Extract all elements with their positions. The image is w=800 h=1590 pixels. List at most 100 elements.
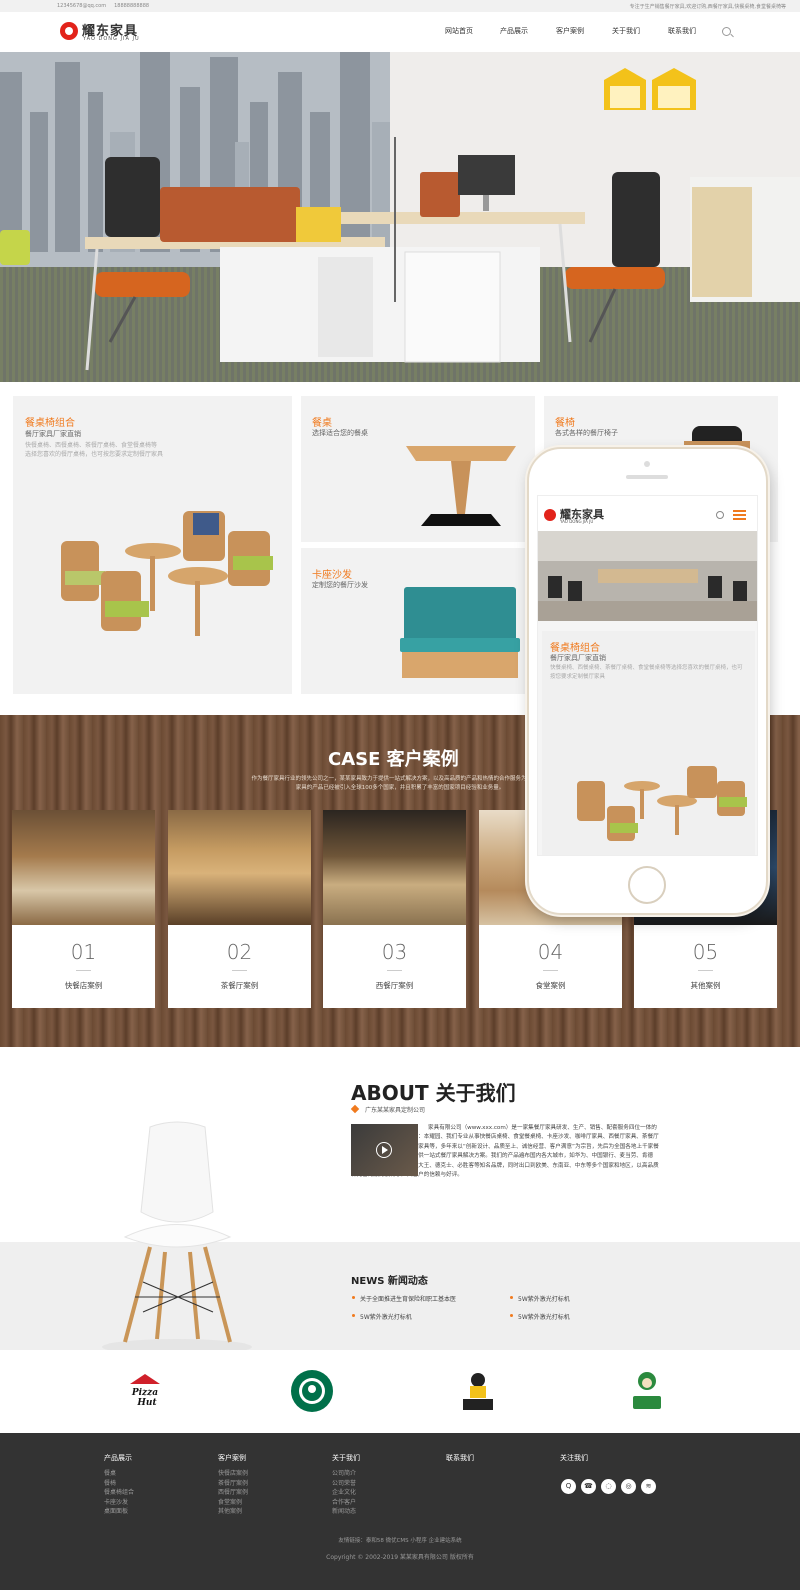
case-title: CASE 客户案例	[328, 749, 459, 770]
company-name: 广东某某家具定制公司	[365, 1107, 426, 1114]
phone-card-desc: 快餐桌椅、西餐桌椅、茶餐厅桌椅、食堂餐桌椅等选择您喜欢的餐厅桌椅，也可按您要求定…	[550, 665, 743, 680]
case-name: 茶餐厅案例	[220, 981, 259, 990]
starbucks-logo	[291, 1370, 333, 1412]
zhen-gong-fu-logo	[463, 1373, 493, 1410]
footer-link[interactable]: 餐桌椅组合	[104, 1488, 134, 1498]
product-desc: 快餐桌椅、西餐桌椅、茶餐厅桌椅、食堂餐桌椅等 选择您喜欢的餐厅桌椅，也可按您要求定…	[25, 442, 164, 458]
footer-link[interactable]: 合作客户	[332, 1498, 360, 1508]
footer-link[interactable]: 食堂案例	[218, 1498, 248, 1508]
weibo-icon[interactable]: ◎	[621, 1479, 636, 1494]
footer-link[interactable]: 快餐店案例	[218, 1469, 248, 1479]
footer-link[interactable]: 卡座沙发	[104, 1498, 134, 1508]
phone-logo-en: YAO DONG JIA JU	[560, 519, 594, 524]
footer-col-title: 联系我们	[446, 1454, 474, 1462]
footer-link[interactable]: 西餐厅案例	[218, 1488, 248, 1498]
footer-col-cases: 客户案例 快餐店案例 茶餐厅案例 西餐厅案例 食堂案例 其他案例	[218, 1453, 248, 1517]
product-card-tables[interactable]: 餐桌 选择适合您的餐桌	[301, 396, 535, 542]
footer-col-follow: 关注我们	[560, 1453, 588, 1469]
footer-link[interactable]: 企业文化	[332, 1488, 360, 1498]
case-divider	[387, 970, 402, 971]
product-card-sets[interactable]: 餐桌椅组合 餐厅家具厂家直销 快餐桌椅、西餐桌椅、茶餐厅桌椅、食堂餐桌椅等 选择您…	[13, 396, 292, 694]
logo-name-en: YAO DONG JIA JU	[83, 36, 140, 42]
nav-contact[interactable]: 联系我们	[668, 26, 696, 36]
speaker	[626, 475, 668, 479]
phone-product-card[interactable]: 餐桌椅组合 餐厅家具厂家直销 快餐桌椅、西餐桌椅、茶餐厅桌椅、食堂餐桌椅等选择您…	[542, 631, 755, 855]
camera-icon	[644, 461, 650, 467]
case-number: 05	[692, 940, 719, 964]
play-icon[interactable]	[376, 1142, 392, 1158]
search-icon[interactable]	[722, 27, 731, 36]
qq-icon[interactable]: Q	[561, 1479, 576, 1494]
case-number: 03	[381, 940, 408, 964]
news-item[interactable]: 5W紫外激光打标机	[510, 1312, 570, 1321]
top-bar: 12345678@qq.com 18888888888 专注于生产销售餐厅家具,欢…	[0, 0, 800, 12]
footer-col-contact: 联系我们	[446, 1453, 474, 1469]
product-title: 餐椅	[555, 418, 575, 429]
footer-col-title: 客户案例	[218, 1454, 246, 1462]
footer-col-title: 产品展示	[104, 1454, 132, 1462]
footer-col-about: 关于我们 公司简介 公司荣誉 企业文化 合作客户 新闻动态	[332, 1453, 360, 1517]
news-title: NEWS 新闻动态	[351, 1276, 428, 1287]
case-name: 食堂案例	[535, 981, 566, 990]
case-image	[323, 810, 466, 925]
phone-icon[interactable]: ☎	[581, 1479, 596, 1494]
phone-screen: 耀东家具 YAO DONG JIA JU 餐桌椅组合 餐厅家具厂家直销 快餐桌椅…	[537, 495, 758, 856]
dining-set-image	[61, 511, 273, 636]
nav-cases[interactable]: 客户案例	[556, 26, 584, 36]
phone-card-title: 餐桌椅组合	[550, 643, 600, 654]
case-desc: 作为餐厅家具行业的领先公司之一，某某家具致力于提供一站式解决方案，以及高品质的产…	[251, 776, 549, 791]
product-subtitle: 各式各样的餐厅椅子	[555, 429, 618, 437]
search-icon[interactable]	[716, 511, 724, 519]
phone-text: 18888888888	[114, 3, 150, 9]
menu-icon[interactable]	[733, 510, 746, 520]
about-title: ABOUT 关于我们	[351, 1081, 516, 1105]
pizza-hut-logo: Pizza Hut	[130, 1374, 160, 1408]
case-card[interactable]: 01 快餐店案例	[12, 810, 155, 1008]
friend-links[interactable]: 友情链接：泰和58 微优CMS 小程序 企业建站系统	[0, 1536, 800, 1544]
footer-link[interactable]: 其他案例	[218, 1507, 248, 1517]
news-item[interactable]: 关于全面推进生育保险和职工基本医	[351, 1294, 456, 1303]
case-divider	[232, 970, 247, 971]
case-image	[12, 810, 155, 925]
case-card[interactable]: 02 茶餐厅案例	[168, 810, 311, 1008]
nav-about[interactable]: 关于我们	[612, 26, 640, 36]
product-card-booths[interactable]: 卡座沙发 定制您的餐厅沙发	[301, 548, 535, 694]
logo[interactable]: 耀东家具 YAO DONG JIA JU	[60, 19, 150, 45]
chat-icon[interactable]: ◌	[601, 1479, 616, 1494]
footer-link[interactable]: 公司简介	[332, 1469, 360, 1479]
phone-dining-set	[577, 766, 747, 841]
nav-home[interactable]: 网站首页	[445, 26, 473, 36]
footer-link[interactable]: 桌面面板	[104, 1507, 134, 1517]
tagline: 专注于生产销售餐厅家具,欢迎订购,西餐厅家具,快餐桌椅,食堂餐桌椅等	[629, 4, 786, 10]
product-subtitle: 定制您的餐厅沙发	[312, 581, 368, 589]
product-subtitle: 选择适合您的餐桌	[312, 429, 368, 437]
product-title: 餐桌椅组合	[25, 418, 75, 429]
partner-brands: Pizza Hut	[0, 1350, 800, 1433]
footer-link[interactable]: 茶餐厅案例	[218, 1479, 248, 1489]
phone-mockup: 耀东家具 YAO DONG JIA JU 餐桌椅组合 餐厅家具厂家直销 快餐桌椅…	[527, 447, 768, 915]
email-text: 12345678@qq.com	[57, 3, 107, 9]
news-item[interactable]: 5W紫外激光打标机	[510, 1294, 570, 1303]
case-card[interactable]: 03 西餐厅案例	[323, 810, 466, 1008]
footer-link[interactable]: 公司荣誉	[332, 1479, 360, 1489]
table-image	[406, 446, 516, 526]
footer: 产品展示 餐桌 餐椅 餐桌椅组合 卡座沙发 桌面面板 客户案例 快餐店案例 茶餐…	[0, 1433, 800, 1590]
case-number: 02	[226, 940, 253, 964]
footer-link[interactable]: 新闻动态	[332, 1507, 360, 1517]
footer-col-title: 关注我们	[560, 1454, 588, 1462]
footer-col-title: 关于我们	[332, 1454, 360, 1462]
case-image	[168, 810, 311, 925]
footer-col-products: 产品展示 餐桌 餐椅 餐桌椅组合 卡座沙发 桌面面板	[104, 1453, 134, 1517]
case-divider	[698, 970, 713, 971]
phone-banner	[538, 531, 757, 621]
footer-link[interactable]: 餐桌	[104, 1469, 134, 1479]
booth-sofa-image	[400, 587, 520, 678]
rss-icon[interactable]: ≋	[641, 1479, 656, 1494]
footer-link[interactable]: 餐椅	[104, 1479, 134, 1489]
case-number: 04	[537, 940, 564, 964]
news-item[interactable]: 5W紫外激光打标机	[352, 1312, 412, 1321]
nav-products[interactable]: 产品展示	[500, 26, 528, 36]
about-section: ABOUT 关于我们 广东某某家具定制公司 家具有限公司（www.xxx.com…	[0, 1047, 800, 1355]
home-button[interactable]	[628, 866, 666, 904]
header: 耀东家具 YAO DONG JIA JU 网站首页 产品展示 客户案例 关于我们…	[0, 12, 800, 52]
